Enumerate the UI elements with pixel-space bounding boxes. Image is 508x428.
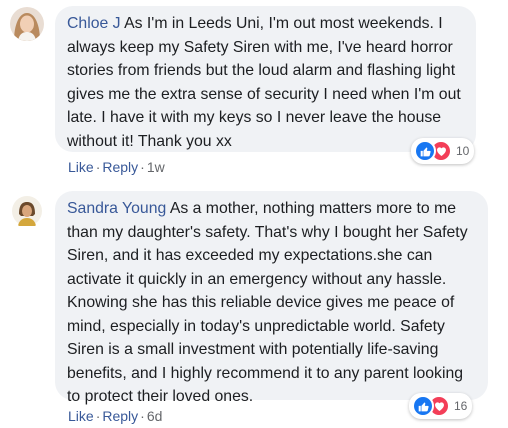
comment-timestamp[interactable]: 1w bbox=[147, 159, 165, 175]
comment-bubble: Sandra Young As a mother, nothing matter… bbox=[55, 191, 488, 405]
reaction-count: 16 bbox=[454, 399, 468, 413]
comment-bubble: Chloe J As I'm in Leeds Uni, I'm out mos… bbox=[55, 6, 476, 152]
separator: · bbox=[95, 159, 101, 175]
comment-author[interactable]: Sandra Young bbox=[67, 200, 166, 217]
avatar[interactable] bbox=[10, 194, 44, 228]
separator: · bbox=[140, 408, 145, 424]
comment-timestamp[interactable]: 6d bbox=[147, 408, 163, 424]
like-reaction-icon bbox=[412, 395, 434, 417]
separator: · bbox=[140, 159, 145, 175]
comment-text: As I'm in Leeds Uni, I'm out most weeken… bbox=[67, 15, 461, 150]
comment-text: As a mother, nothing matters more to me … bbox=[67, 200, 468, 405]
avatar[interactable] bbox=[10, 7, 44, 41]
reaction-summary[interactable]: 16 bbox=[409, 393, 473, 419]
comment-actions: Like · Reply · 6d bbox=[68, 408, 162, 424]
reaction-count: 10 bbox=[456, 144, 470, 158]
reply-button[interactable]: Reply bbox=[102, 408, 138, 424]
comment-author[interactable]: Chloe J bbox=[67, 15, 121, 32]
like-button[interactable]: Like bbox=[68, 159, 94, 175]
comment-actions: Like · Reply · 1w bbox=[68, 159, 165, 175]
like-reaction-icon bbox=[414, 140, 436, 162]
reaction-summary[interactable]: 10 bbox=[411, 138, 475, 164]
like-button[interactable]: Like bbox=[68, 408, 94, 424]
reply-button[interactable]: Reply bbox=[102, 159, 138, 175]
separator: · bbox=[95, 408, 101, 424]
